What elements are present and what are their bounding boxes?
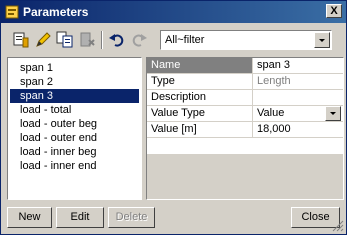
list-item[interactable]: load - outer beg: [10, 117, 139, 131]
property-label: Type: [147, 74, 253, 89]
properties-icon[interactable]: [11, 30, 31, 50]
property-value: Length: [257, 75, 291, 87]
property-grid: Name span 3 Type Length Description Valu…: [146, 57, 344, 200]
chevron-down-icon[interactable]: [325, 106, 341, 121]
parameter-list[interactable]: span 1 span 2 span 3 load - total load -…: [7, 57, 142, 200]
property-value[interactable]: span 3: [253, 58, 343, 73]
property-label: Value [m]: [147, 122, 253, 137]
list-item-selected[interactable]: span 3: [10, 89, 139, 103]
list-item[interactable]: load - inner end: [10, 159, 139, 173]
property-value[interactable]: 18,000: [253, 122, 343, 137]
property-value[interactable]: [253, 90, 343, 105]
list-item[interactable]: load - outer end: [10, 131, 139, 145]
new-button[interactable]: New: [7, 207, 52, 228]
title-bar[interactable]: Parameters X: [1, 1, 346, 23]
toolbar-separator: [101, 31, 103, 49]
filter-value: All~filter: [165, 34, 205, 46]
property-row-description[interactable]: Description: [147, 90, 343, 106]
chevron-down-icon[interactable]: [314, 32, 330, 48]
window-icon: [5, 5, 19, 19]
list-item[interactable]: load - total: [10, 103, 139, 117]
redo-icon[interactable]: [129, 30, 149, 50]
property-row-value-type[interactable]: Value Type Value: [147, 106, 343, 122]
property-row-type[interactable]: Type Length: [147, 74, 343, 90]
property-label: Value Type: [147, 106, 253, 121]
filter-select[interactable]: All~filter: [160, 30, 332, 50]
edit-icon[interactable]: [33, 30, 53, 50]
property-label: Description: [147, 90, 253, 105]
edit-button[interactable]: Edit: [56, 207, 104, 228]
list-item[interactable]: span 1: [10, 61, 139, 75]
close-window-button[interactable]: X: [326, 4, 342, 18]
window-title: Parameters: [23, 5, 89, 19]
undo-icon[interactable]: [107, 30, 127, 50]
delete-button[interactable]: Delete: [108, 207, 155, 228]
list-item[interactable]: load - inner beg: [10, 145, 139, 159]
resize-grip-icon[interactable]: [332, 220, 344, 232]
property-label: Name: [147, 58, 253, 73]
property-row-value[interactable]: Value [m] 18,000: [147, 122, 343, 138]
parameters-window: Parameters X All~filter span 1 span 2 sp…: [0, 0, 347, 235]
delete-icon[interactable]: [77, 30, 97, 50]
grid-empty-area: [147, 154, 343, 199]
property-row-name[interactable]: Name span 3: [147, 58, 343, 74]
copy-icon[interactable]: [55, 30, 75, 50]
list-item[interactable]: span 2: [10, 75, 139, 89]
